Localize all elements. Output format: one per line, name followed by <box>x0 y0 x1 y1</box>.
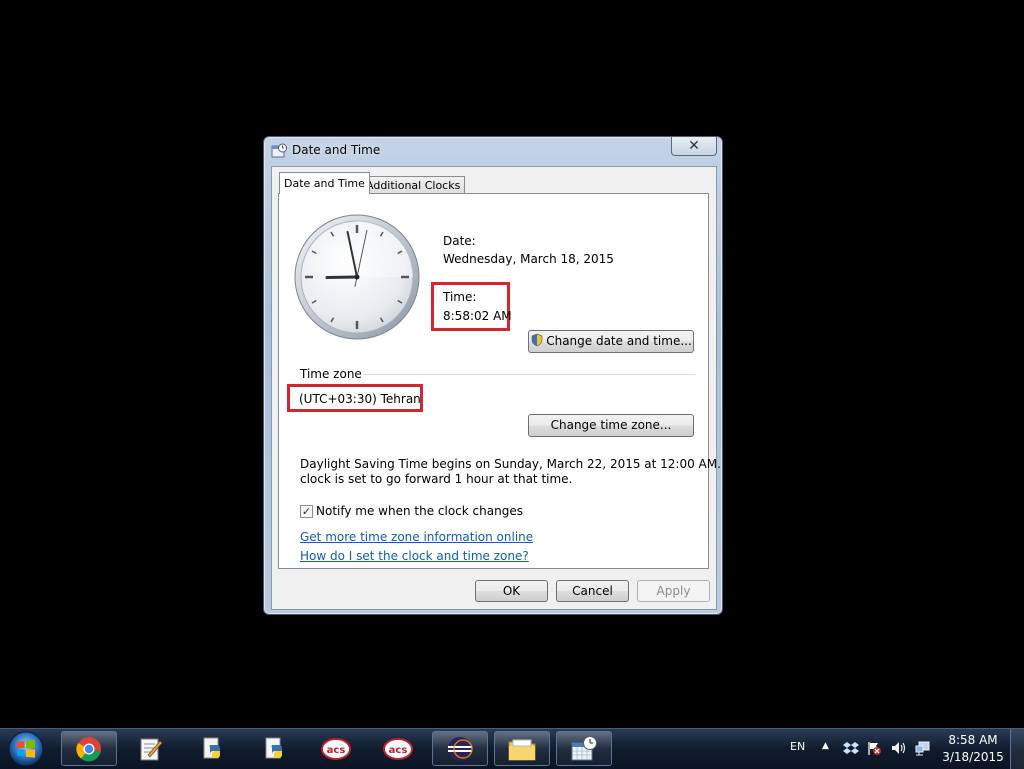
close-button[interactable]: ✕ <box>671 137 717 156</box>
python-icon <box>265 737 282 758</box>
python-icon <box>203 737 220 758</box>
show-hidden-icons-arrow-icon[interactable]: ▲ <box>822 741 829 751</box>
svg-text:acs: acs <box>327 745 346 756</box>
window-title: Date and Time <box>292 143 381 157</box>
dropbox-icon[interactable] <box>843 740 859 756</box>
taskbar-clock-date[interactable]: 3/18/2015 <box>938 750 1008 764</box>
how-to-set-clock-link[interactable]: How do I set the clock and time zone? <box>300 549 529 563</box>
analog-clock <box>294 214 420 340</box>
tab-date-and-time[interactable]: Date and Time <box>279 172 370 194</box>
tab-panel: Date: Wednesday, March 18, 2015 Time: 8:… <box>278 193 747 569</box>
change-date-time-label: Change date and time... <box>546 334 692 348</box>
taskbar-acs-button-1[interactable]: acs <box>308 731 364 766</box>
cancel-button[interactable]: Cancel <box>556 580 629 602</box>
shield-icon <box>531 333 543 347</box>
change-date-time-button[interactable]: Change date and time... <box>528 330 694 353</box>
date-time-icon <box>571 735 597 760</box>
close-icon: ✕ <box>688 138 700 154</box>
taskbar-python-button-2[interactable] <box>246 731 302 766</box>
taskbar-clock-time[interactable]: 8:58 AM <box>944 733 1002 747</box>
time-zone-value: (UTC+03:30) Tehran <box>299 392 421 406</box>
network-icon[interactable] <box>915 740 931 756</box>
notify-label[interactable]: Notify me when the clock changes <box>316 504 523 518</box>
taskbar-eclipse-button[interactable] <box>432 731 488 766</box>
change-time-zone-button[interactable]: Change time zone... <box>528 414 694 437</box>
clock-hour-hand <box>325 275 359 280</box>
notepad-icon <box>140 738 163 760</box>
title-bar[interactable]: Date and Time ✕ <box>264 137 722 163</box>
taskbar-notepad-button[interactable] <box>122 731 178 766</box>
eclipse-icon <box>448 736 473 761</box>
date-time-app-icon <box>271 143 287 158</box>
taskbar-date-time-button[interactable] <box>556 731 612 766</box>
time-label: Time: <box>443 290 477 304</box>
acs-icon: acs <box>383 737 413 760</box>
time-zone-divider <box>363 374 695 375</box>
show-desktop-button[interactable] <box>1010 729 1024 769</box>
action-center-flag-icon[interactable] <box>866 740 882 756</box>
tab-additional-clocks[interactable]: Additional Clocks <box>361 176 466 194</box>
acs-icon: acs <box>321 737 351 760</box>
taskbar-python-button-1[interactable] <box>184 731 240 766</box>
start-button[interactable] <box>3 730 49 768</box>
taskbar-acs-button-2[interactable]: acs <box>370 731 426 766</box>
notify-checkbox[interactable]: ✓ <box>300 505 313 518</box>
apply-button[interactable]: Apply <box>637 580 710 602</box>
dst-info-line-2: clock is set to go forward 1 hour at tha… <box>300 472 573 486</box>
chrome-icon <box>76 736 101 761</box>
taskbar-explorer-button[interactable] <box>494 731 550 766</box>
language-indicator[interactable]: EN <box>790 740 805 753</box>
dst-info-line-1: Daylight Saving Time begins on Sunday, M… <box>300 457 748 471</box>
more-time-zone-info-link[interactable]: Get more time zone information online <box>300 530 533 544</box>
ok-button[interactable]: OK <box>475 580 548 602</box>
date-value: Wednesday, March 18, 2015 <box>443 252 614 266</box>
time-value: 8:58:02 AM <box>443 309 512 323</box>
time-zone-heading: Time zone <box>300 367 362 381</box>
taskbar-chrome-button[interactable] <box>61 731 117 766</box>
file-explorer-icon <box>508 739 536 760</box>
date-time-window: Date and Time ✕ Date and Time Additional… <box>263 136 747 615</box>
svg-text:acs: acs <box>389 745 408 756</box>
volume-icon[interactable] <box>890 740 906 756</box>
taskbar: acs acs EN ▲ <box>0 728 1024 769</box>
dialog-client-area: Date and Time Additional Clocks Date: We… <box>271 166 747 610</box>
date-label: Date: <box>443 234 476 248</box>
